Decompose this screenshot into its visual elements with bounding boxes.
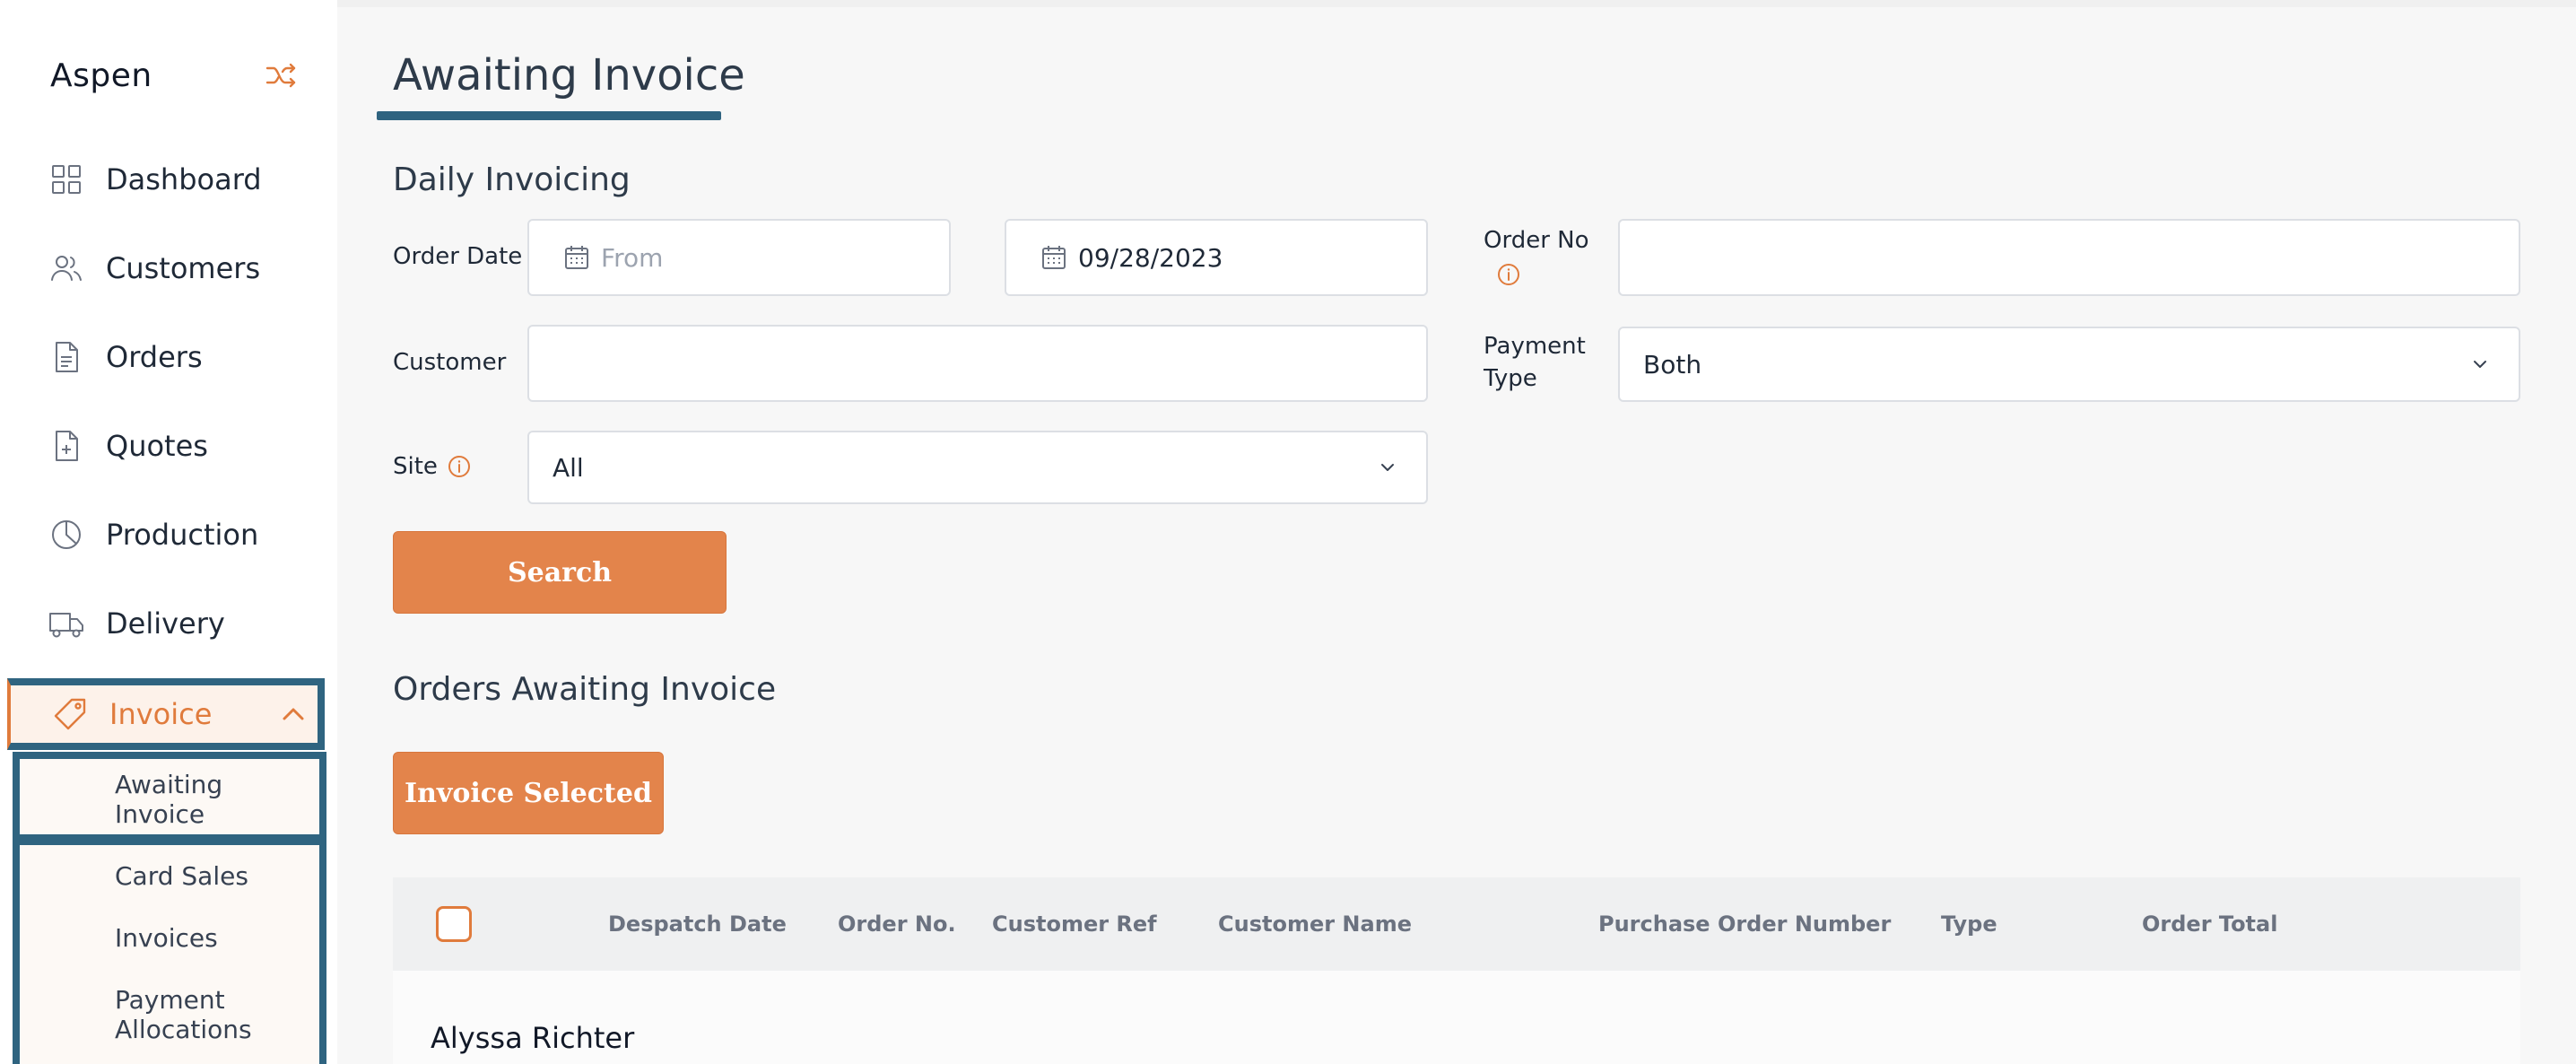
submenu-item-awaiting-invoice[interactable]: Awaiting Invoice xyxy=(115,770,240,829)
column-header-despatch-date[interactable]: Despatch Date xyxy=(608,911,787,937)
submenu-item-label: Payment Allocations xyxy=(115,985,252,1044)
chevron-down-icon xyxy=(1381,464,1394,471)
calendar-icon xyxy=(565,246,588,269)
filter-section-title: Daily Invoicing xyxy=(393,161,631,198)
order-date-to-input[interactable]: 09/28/2023 xyxy=(1005,219,1428,296)
submenu-item-payment-allocations[interactable]: Payment Allocations xyxy=(115,985,267,1044)
chevron-down-icon xyxy=(2474,361,2486,368)
sidebar-item-label: Dashboard xyxy=(106,162,262,196)
sidebar-item-label: Quotes xyxy=(106,429,208,463)
pie-chart-icon xyxy=(52,520,81,549)
invoice-selected-button[interactable]: Invoice Selected xyxy=(393,752,664,834)
calendar-icon xyxy=(1042,246,1066,269)
order-date-from-input[interactable]: From xyxy=(527,219,951,296)
site-select[interactable]: All xyxy=(527,431,1428,504)
site-value: All xyxy=(553,452,584,483)
sidebar-item-delivery[interactable]: Delivery xyxy=(0,591,337,656)
page-title: Awaiting Invoice xyxy=(393,50,745,100)
payment-type-value: Both xyxy=(1643,349,1702,379)
sidebar-item-label: Orders xyxy=(106,340,203,374)
order-no-label: Order No xyxy=(1484,227,1589,254)
sidebar-item-label: Invoice xyxy=(109,697,213,731)
sidebar-item-label: Production xyxy=(106,518,259,552)
site-label: Site xyxy=(393,453,438,480)
orders-table-header: Despatch Date Order No. Customer Ref Cus… xyxy=(393,877,2520,971)
grid-icon xyxy=(52,165,81,194)
top-divider xyxy=(337,0,2576,7)
from-placeholder: From xyxy=(601,242,664,273)
submenu-item-card-sales[interactable]: Card Sales xyxy=(115,861,248,891)
submenu-item-label: Awaiting Invoice xyxy=(115,770,223,829)
customer-label: Customer xyxy=(393,349,507,376)
sidebar-item-production[interactable]: Production xyxy=(0,502,337,567)
customer-group-row: Alyssa Richter xyxy=(393,971,2520,1064)
submenu-item-invoices[interactable]: Invoices xyxy=(115,923,218,953)
sidebar-item-label: Customers xyxy=(106,251,261,285)
column-header-customer-ref[interactable]: Customer Ref xyxy=(992,911,1157,937)
customer-group-name: Alyssa Richter xyxy=(431,1021,635,1055)
submenu-group: Card Sales Invoices Payment Allocations xyxy=(13,838,326,1064)
submenu-active-group: Awaiting Invoice xyxy=(13,752,326,842)
payment-type-select[interactable]: Both xyxy=(1618,327,2520,402)
chevron-up-icon[interactable] xyxy=(278,699,309,729)
main-content: Awaiting Invoice Daily Invoicing Order D… xyxy=(337,0,2576,1064)
column-header-order-total[interactable]: Order Total xyxy=(2142,911,2277,937)
brand-name: Aspen xyxy=(50,57,152,94)
truck-icon xyxy=(49,613,83,638)
column-header-order-no[interactable]: Order No. xyxy=(838,911,956,937)
shuffle-icon[interactable] xyxy=(265,63,298,88)
sidebar-item-label: Delivery xyxy=(106,606,225,641)
column-header-type[interactable]: Type xyxy=(1941,911,1997,937)
page-title-underline xyxy=(377,111,721,120)
search-button[interactable]: Search xyxy=(393,531,727,614)
select-all-checkbox[interactable] xyxy=(436,906,472,942)
order-date-label: Order Date xyxy=(393,243,523,270)
sidebar-item-orders[interactable]: Orders xyxy=(0,325,337,389)
sidebar: Aspen Dashboard Customers Orders Quotes xyxy=(0,0,337,1064)
orders-section-title: Orders Awaiting Invoice xyxy=(393,671,777,708)
payment-type-label: Payment Type xyxy=(1484,333,1586,392)
submenu-item-label: Invoices xyxy=(115,923,218,953)
to-date-value: 09/28/2023 xyxy=(1078,242,1223,273)
customer-input[interactable] xyxy=(527,325,1428,402)
submenu-item-label: Card Sales xyxy=(115,861,248,891)
users-icon xyxy=(51,256,82,281)
sidebar-item-quotes[interactable]: Quotes xyxy=(0,414,337,478)
document-plus-icon xyxy=(56,431,78,461)
sidebar-item-dashboard[interactable]: Dashboard xyxy=(0,147,337,212)
sidebar-item-customers[interactable]: Customers xyxy=(0,236,337,301)
tag-icon xyxy=(54,698,86,730)
order-no-input[interactable] xyxy=(1618,219,2520,296)
column-header-purchase-order-number[interactable]: Purchase Order Number xyxy=(1598,911,1891,937)
sidebar-item-invoice[interactable]: Invoice xyxy=(7,678,325,750)
column-header-customer-name[interactable]: Customer Name xyxy=(1218,911,1412,937)
info-icon[interactable] xyxy=(1496,262,1521,287)
info-icon[interactable] xyxy=(447,454,472,479)
document-icon xyxy=(56,342,78,372)
